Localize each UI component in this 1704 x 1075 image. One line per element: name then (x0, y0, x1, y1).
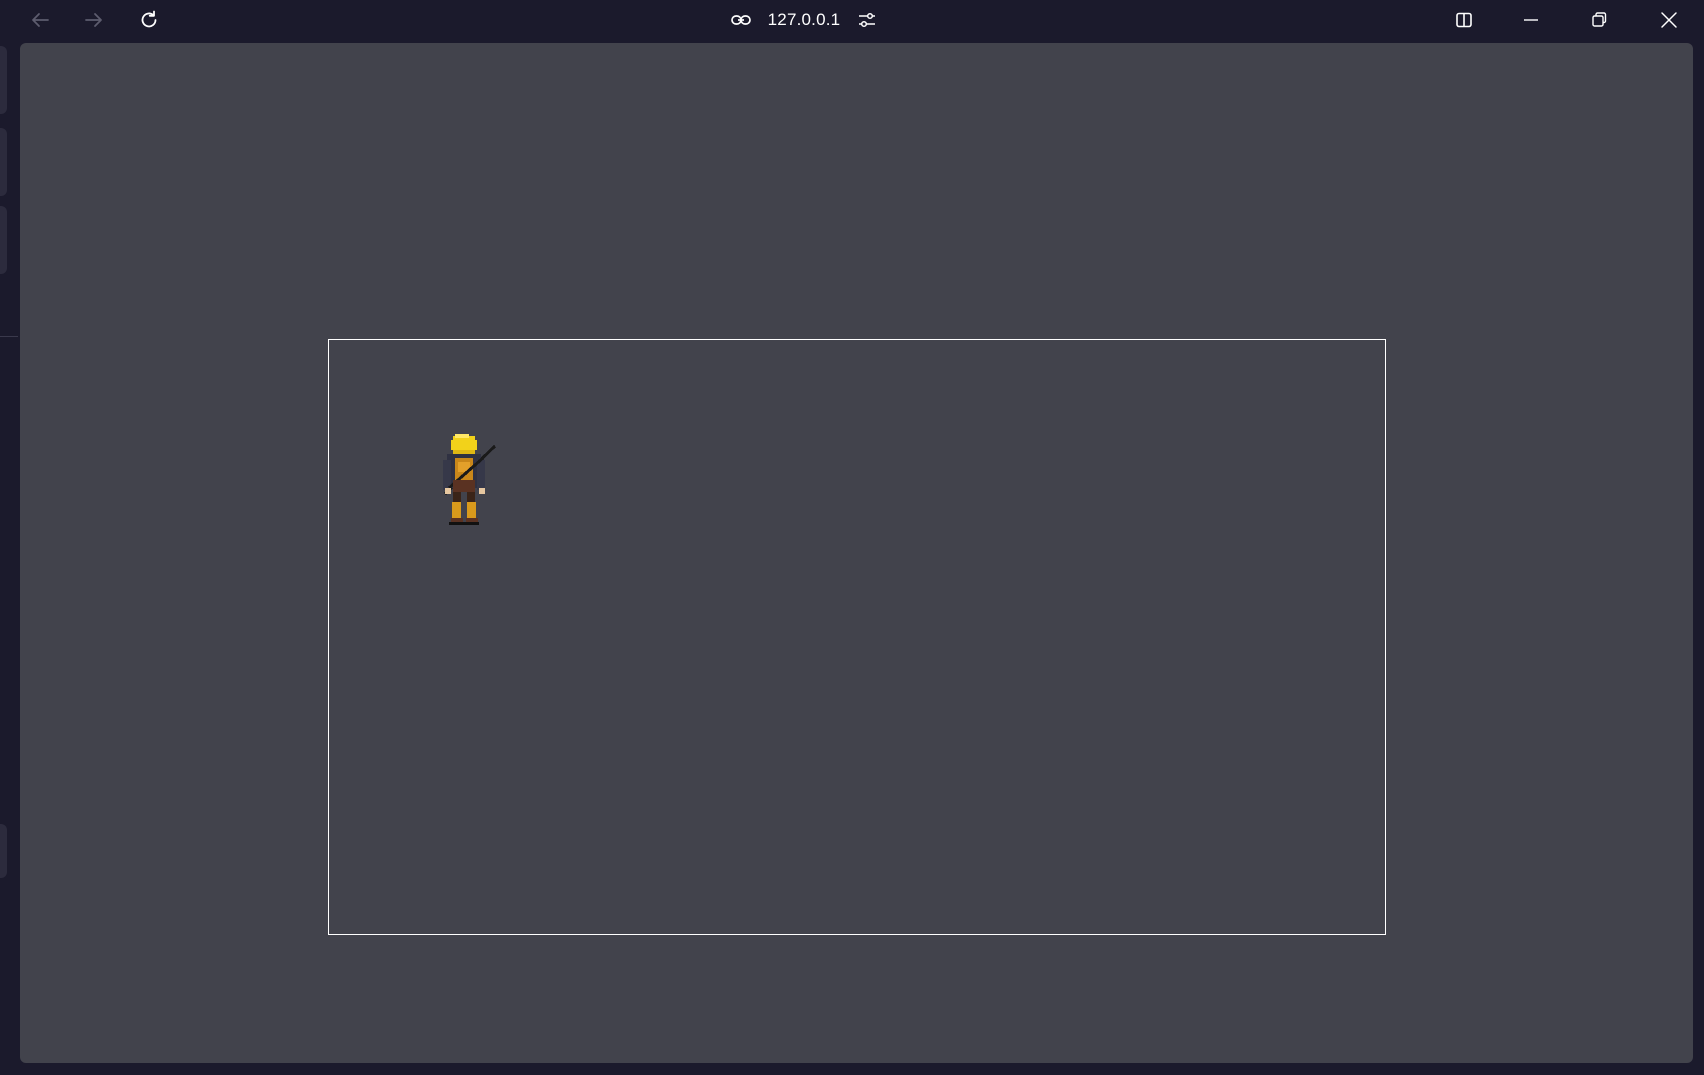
split-view-icon (1456, 12, 1472, 28)
player-sprite (443, 434, 497, 525)
sidebar-tab[interactable] (0, 206, 7, 274)
game-canvas[interactable] (328, 339, 1386, 935)
close-icon (1661, 12, 1677, 28)
forward-button[interactable] (76, 4, 112, 36)
back-button[interactable] (22, 4, 58, 36)
link-icon (730, 15, 751, 25)
sliders-icon[interactable] (856, 9, 878, 31)
close-button[interactable] (1651, 4, 1687, 36)
arrow-left-icon (32, 13, 49, 27)
restore-button[interactable] (1581, 4, 1617, 36)
minimize-icon (1524, 19, 1538, 21)
sidebar-tab[interactable] (0, 46, 7, 114)
address-bar[interactable]: 127.0.0.1 (714, 6, 894, 34)
sidebar-tab[interactable] (0, 824, 7, 878)
reload-button[interactable] (131, 4, 167, 36)
page-viewport (20, 43, 1693, 1063)
restore-icon (1592, 12, 1607, 27)
minimize-button[interactable] (1513, 4, 1549, 36)
address-text[interactable]: 127.0.0.1 (768, 10, 841, 30)
reload-icon (141, 10, 157, 28)
sidebar-rail (0, 42, 20, 1075)
split-view-button[interactable] (1446, 4, 1482, 36)
browser-titlebar: 127.0.0.1 (0, 0, 1704, 42)
arrow-right-icon (85, 13, 102, 27)
sidebar-divider (0, 336, 18, 337)
sidebar-tab[interactable] (0, 128, 7, 196)
